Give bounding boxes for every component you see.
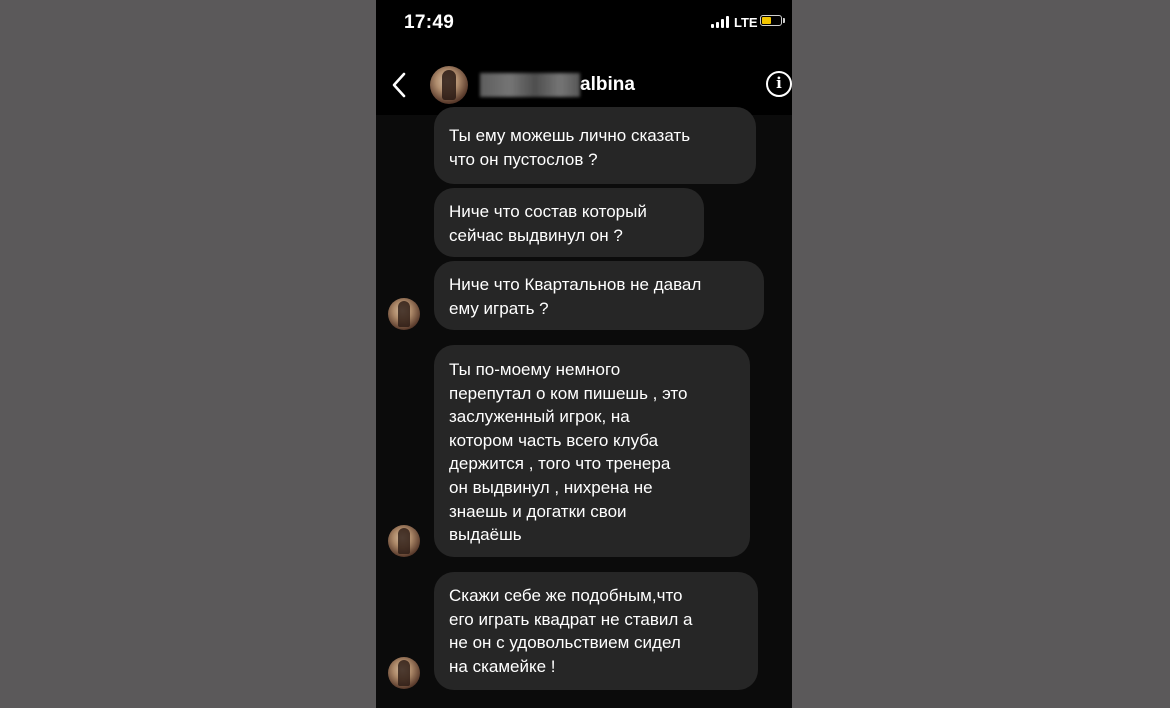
back-button[interactable] bbox=[386, 69, 416, 101]
phone-screen: 17:49 LTE albina i Ты ему можешь лично с… bbox=[376, 0, 792, 708]
status-bar: 17:49 LTE bbox=[376, 0, 792, 48]
message-bubble[interactable]: Скажи себе же подобным,что его играть кв… bbox=[434, 572, 758, 690]
network-type: LTE bbox=[734, 15, 758, 30]
message-bubble[interactable]: Ниче что состав который сейчас выдвинул … bbox=[434, 188, 704, 257]
status-time: 17:49 bbox=[404, 12, 455, 33]
username-redaction bbox=[480, 73, 580, 97]
chevron-left-icon bbox=[392, 72, 406, 98]
info-icon[interactable]: i bbox=[766, 71, 792, 97]
header-avatar[interactable] bbox=[430, 66, 468, 104]
battery-icon bbox=[760, 15, 782, 26]
sender-avatar[interactable] bbox=[388, 525, 420, 557]
username-link[interactable]: albina bbox=[480, 72, 635, 98]
sender-avatar[interactable] bbox=[388, 298, 420, 330]
message-bubble[interactable]: Ниче что Квартальнов не давал ему играть… bbox=[434, 261, 764, 330]
message-bubble[interactable]: Ты ему можешь лично сказать что он пусто… bbox=[434, 107, 756, 184]
message-bubble[interactable]: Ты по-моему немного перепутал о ком пише… bbox=[434, 345, 750, 557]
battery-tip bbox=[783, 18, 785, 23]
battery-level bbox=[762, 17, 771, 24]
conversation-header: albina i bbox=[376, 55, 792, 115]
sender-avatar[interactable] bbox=[388, 657, 420, 689]
username: albina bbox=[580, 74, 635, 95]
signal-strength-icon bbox=[711, 16, 731, 28]
message-thread[interactable]: Ты ему можешь лично сказать что он пусто… bbox=[376, 107, 792, 708]
